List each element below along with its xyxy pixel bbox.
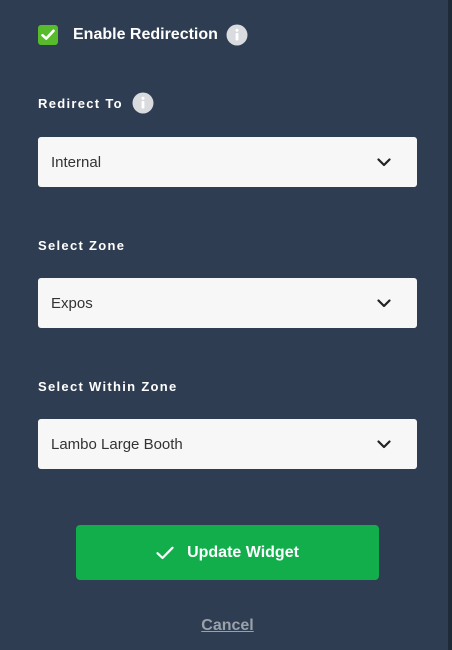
redirect-to-label-row: Redirect To	[38, 92, 154, 114]
redirect-to-label: Redirect To	[38, 95, 123, 111]
enable-redirection-checkbox[interactable]	[38, 25, 58, 45]
enable-redirection-label: Enable Redirection	[73, 26, 218, 43]
info-icon[interactable]	[226, 24, 248, 46]
chevron-down-icon	[377, 439, 391, 449]
enable-redirection-row: Enable Redirection	[38, 24, 248, 46]
redirect-to-value: Internal	[51, 153, 102, 171]
check-icon	[41, 29, 55, 40]
select-zone-select[interactable]: Expos	[38, 278, 417, 328]
panel-edge	[448, 0, 452, 650]
check-icon	[156, 546, 174, 560]
select-within-zone-label-row: Select Within Zone	[38, 377, 178, 395]
info-icon[interactable]	[132, 92, 154, 114]
select-within-zone-value: Lambo Large Booth	[51, 435, 183, 453]
update-widget-label: Update Widget	[187, 543, 299, 561]
select-within-zone-select[interactable]: Lambo Large Booth	[38, 419, 417, 469]
select-zone-label-row: Select Zone	[38, 236, 125, 254]
redirect-to-select[interactable]: Internal	[38, 137, 417, 187]
chevron-down-icon	[377, 157, 391, 167]
select-zone-value: Expos	[51, 294, 93, 312]
select-zone-label: Select Zone	[38, 237, 126, 253]
cancel-link[interactable]: Cancel	[0, 617, 452, 635]
select-within-zone-label: Select Within Zone	[38, 378, 178, 394]
chevron-down-icon	[377, 298, 391, 308]
update-widget-button[interactable]: Update Widget	[76, 525, 379, 580]
